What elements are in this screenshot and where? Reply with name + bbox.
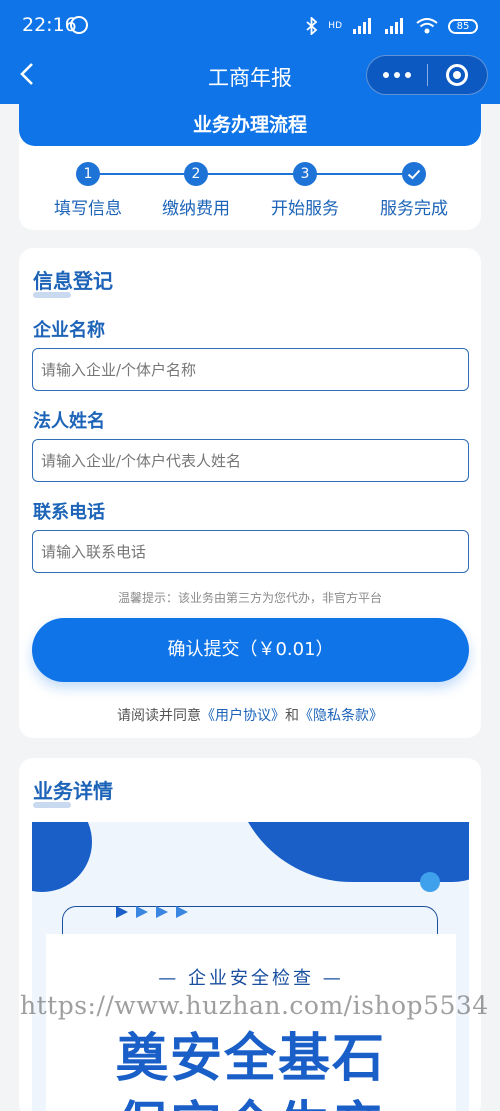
info-register-card: 信息登记 企业名称 法人姓名 联系电话 温馨提示：该业务由第三方为您代办，非官方… xyxy=(19,248,481,738)
battery-icon: 85 xyxy=(448,18,478,34)
privacy-link[interactable]: 《隐私条款》 xyxy=(299,708,383,724)
company-name-input[interactable] xyxy=(32,348,469,391)
status-time: 22:16 xyxy=(22,14,77,36)
step-number: 1 xyxy=(76,162,100,186)
agree-and: 和 xyxy=(285,708,299,724)
phone-label: 联系电话 xyxy=(33,502,105,523)
bluetooth-icon xyxy=(306,17,318,35)
step-pay-fee: 2 缴纳费用 xyxy=(141,162,251,219)
agreement-text: 请阅读并同意《用户协议》和《隐私条款》 xyxy=(19,705,481,725)
nav-bar: 工商年报 xyxy=(0,52,500,100)
poster-headline-2: 保安全生产 xyxy=(46,1084,456,1111)
step-label: 填写信息 xyxy=(54,199,122,219)
process-steps: 1 填写信息 2 缴纳费用 3 开始服务 服务完成 xyxy=(19,146,481,230)
step-label: 服务完成 xyxy=(380,199,448,219)
legal-person-input[interactable] xyxy=(32,439,469,482)
title-underline xyxy=(33,802,71,808)
process-card: 业务办理流程 1 填写信息 2 缴纳费用 3 开始服务 服务完成 xyxy=(19,104,481,230)
close-target-icon[interactable] xyxy=(427,55,487,95)
warm-tip: 温馨提示：该业务由第三方为您代办，非官方平台 xyxy=(117,591,382,605)
section-title: 信息登记 xyxy=(33,269,113,293)
step-label: 缴纳费用 xyxy=(162,199,230,219)
top-header: 22:16 HD 85 工商年报 xyxy=(0,0,500,104)
signal-icon xyxy=(353,18,371,34)
agree-prefix: 请阅读并同意 xyxy=(117,708,201,724)
arrow-decoration-icon xyxy=(116,906,188,918)
poster-panel: — 企业安全检查 — 奠安全基石 保安全生产 xyxy=(46,934,456,1111)
status-icons: HD 85 xyxy=(306,17,478,35)
mini-program-capsule xyxy=(366,55,488,95)
step-start-service: 3 开始服务 xyxy=(250,162,360,219)
check-icon xyxy=(402,162,426,186)
legal-person-label: 法人姓名 xyxy=(33,411,105,432)
watermark-text: https://www.huzhan.com/ishop5534 xyxy=(20,991,489,1020)
signal-hd-label: HD xyxy=(328,21,342,31)
company-name-label: 企业名称 xyxy=(33,320,105,341)
process-title: 业务办理流程 xyxy=(19,104,481,146)
detail-poster: — 企业安全检查 — 奠安全基石 保安全生产 xyxy=(32,822,469,1111)
poster-headline-1: 奠安全基石 xyxy=(115,1029,386,1089)
step-label: 开始服务 xyxy=(271,199,339,219)
alarm-icon xyxy=(70,16,88,34)
step-service-complete: 服务完成 xyxy=(359,162,469,219)
section-title: 业务详情 xyxy=(33,779,113,803)
more-icon[interactable] xyxy=(367,55,427,95)
poster-subtitle: — 企业安全检查 — xyxy=(158,968,344,989)
user-agreement-link[interactable]: 《用户协议》 xyxy=(201,708,285,724)
wifi-icon xyxy=(416,18,438,34)
step-number: 2 xyxy=(184,162,208,186)
status-bar: 22:16 HD 85 xyxy=(0,0,500,52)
decorative-blob xyxy=(32,822,92,892)
business-detail-card: 业务详情 — 企业安全检查 — 奠安全基石 保安全生产 xyxy=(19,758,481,1111)
decorative-dot xyxy=(420,872,440,892)
phone-input[interactable] xyxy=(32,530,469,573)
step-fill-info: 1 填写信息 xyxy=(33,162,143,219)
title-underline xyxy=(33,292,71,298)
signal-icon-2 xyxy=(385,18,403,34)
step-number: 3 xyxy=(293,162,317,186)
submit-button[interactable]: 确认提交（￥0.01） xyxy=(32,618,469,682)
